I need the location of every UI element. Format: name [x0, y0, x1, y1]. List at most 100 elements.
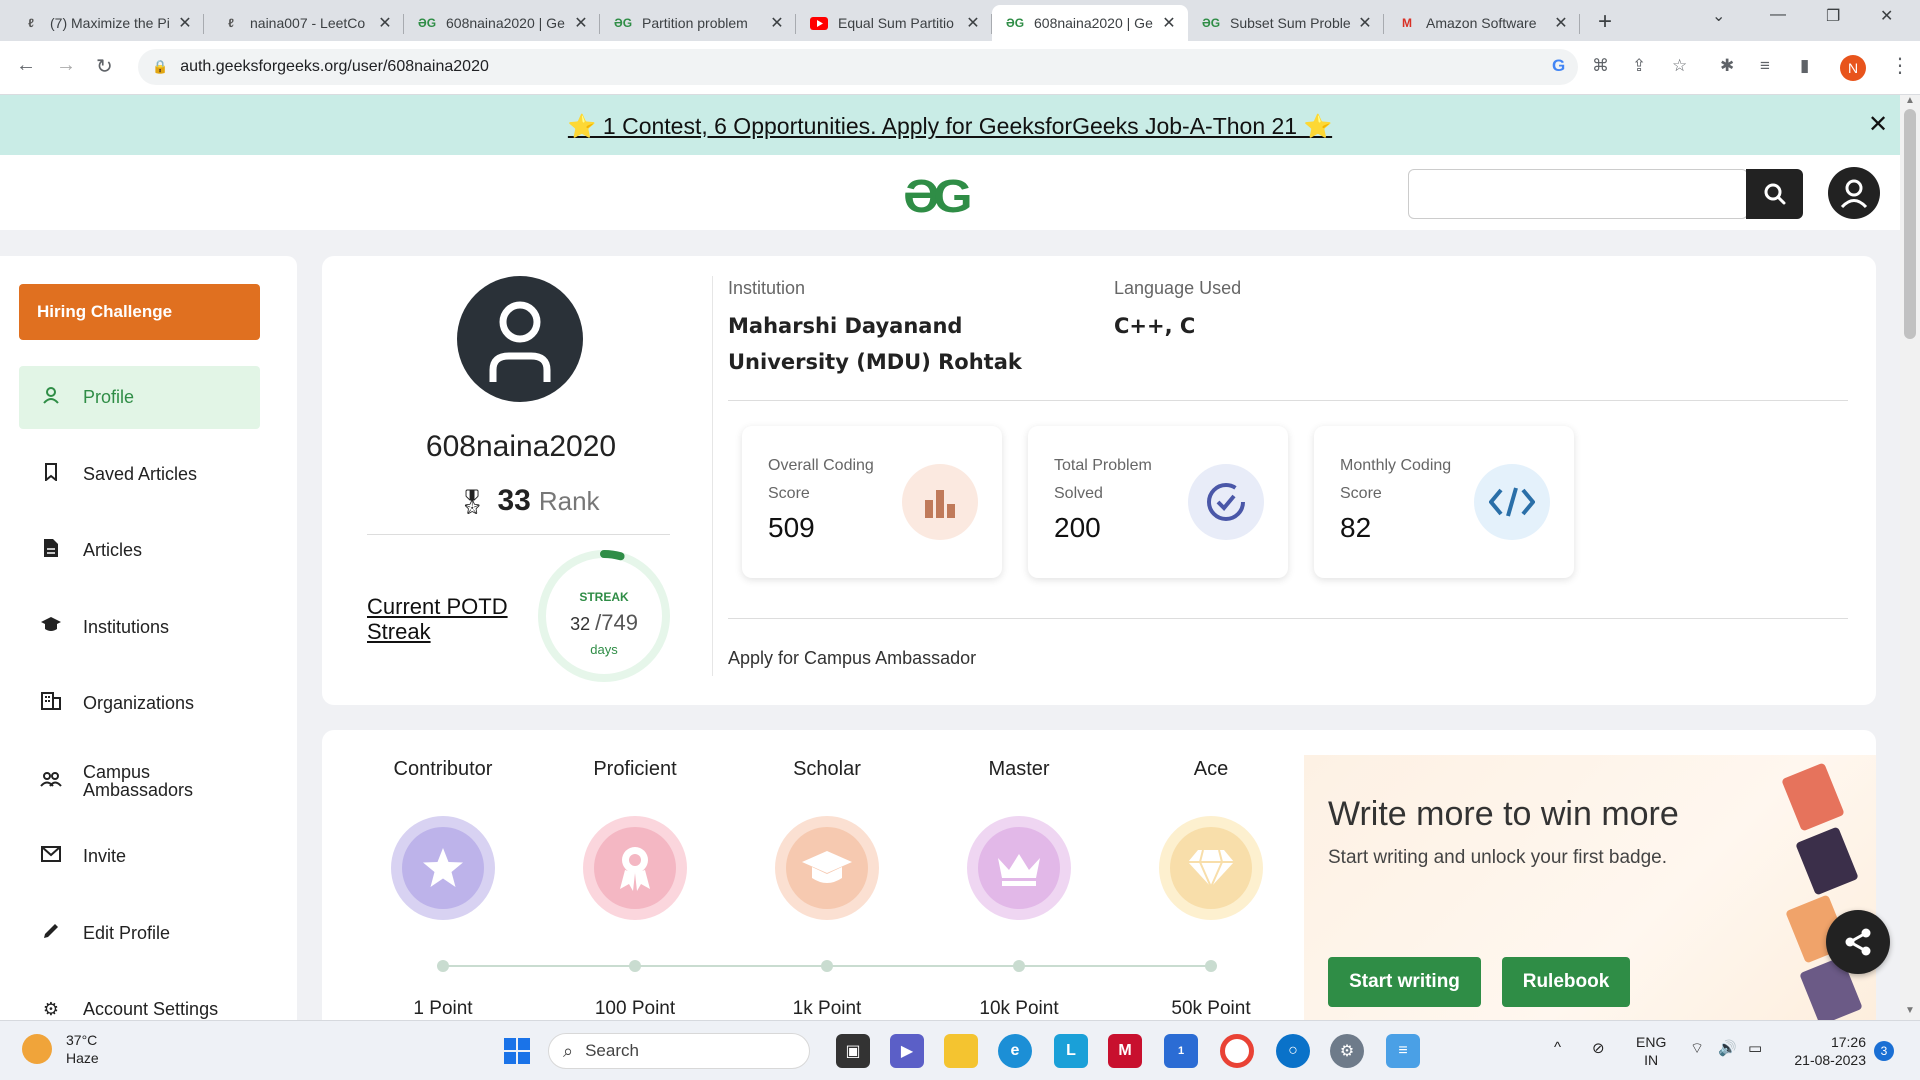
sidebar-item-label: Edit Profile [83, 923, 171, 943]
browser-tab[interactable]: ƏG Subset Sum Proble ✕ [1188, 5, 1384, 41]
close-tab-icon[interactable]: ✕ [176, 13, 194, 33]
streak-total: /749 [595, 610, 638, 635]
reading-list-icon[interactable]: ≡ [1760, 56, 1770, 76]
stat-card-problems-solved: Total Problem Solved 200 [1028, 426, 1288, 578]
sidebar-item-label: Invite [83, 846, 127, 866]
weather-widget[interactable]: 37°C Haze [22, 1031, 99, 1067]
windows-start-icon[interactable] [500, 1034, 534, 1068]
search-icon: ⌕ [563, 1040, 574, 1061]
google-icon[interactable]: G [1552, 56, 1565, 76]
sidebar-item-account-settings[interactable]: ⚙ Account Settings [19, 978, 260, 1020]
browser-tab[interactable]: ℓ (7) Maximize the Pi ✕ [8, 5, 204, 41]
sidebar-item-edit-profile[interactable]: Edit Profile [19, 902, 260, 965]
browser-tab[interactable]: ℓ naina007 - LeetCo ✕ [208, 5, 404, 41]
notepad-icon[interactable]: ≡ [1386, 1034, 1420, 1068]
rulebook-button[interactable]: Rulebook [1502, 957, 1630, 1007]
sidebar-item-label: Organizations [83, 693, 195, 713]
back-icon[interactable]: ← [16, 54, 36, 77]
close-tab-icon[interactable]: ✕ [376, 13, 394, 33]
reload-icon[interactable]: ↻ [96, 54, 113, 79]
address-bar[interactable]: 🔒 auth.geeksforgeeks.org/user/608naina20… [138, 49, 1578, 85]
browser-profile-avatar[interactable]: N [1840, 55, 1866, 81]
user-avatar[interactable] [1828, 167, 1880, 219]
profile-avatar [457, 276, 583, 402]
language-indicator[interactable]: ENG IN [1636, 1033, 1666, 1069]
volume-icon[interactable]: 🔊 [1718, 1039, 1737, 1057]
scroll-down-icon[interactable]: ▼ [1905, 1005, 1915, 1016]
potd-streak-link[interactable]: Current POTD Streak [367, 594, 527, 644]
close-window-icon[interactable]: ✕ [1880, 6, 1893, 26]
edge-icon[interactable]: e [998, 1034, 1032, 1068]
close-tab-icon[interactable]: ✕ [768, 13, 786, 33]
scroll-thumb[interactable] [1904, 109, 1916, 339]
scroll-up-icon[interactable]: ▲ [1905, 95, 1915, 106]
close-tab-icon[interactable]: ✕ [1356, 13, 1374, 33]
bookmark-star-icon[interactable]: ☆ [1672, 56, 1687, 76]
browser-tab-active[interactable]: ƏG 608naina2020 | Ge ✕ [992, 5, 1188, 41]
search-button[interactable] [1746, 169, 1803, 219]
taskbar-search[interactable]: ⌕ Search [548, 1033, 810, 1069]
sidebar-item-institutions[interactable]: Institutions [19, 596, 260, 659]
share-page-icon[interactable]: ⇪ [1632, 56, 1646, 76]
lock-icon[interactable]: 🔒 [152, 59, 168, 75]
translate-icon[interactable]: ⌘ [1592, 56, 1609, 76]
store-icon[interactable]: 1 [1164, 1034, 1198, 1068]
new-tab-icon[interactable]: + [1598, 8, 1612, 36]
sidebar-item-saved-articles[interactable]: Saved Articles [19, 443, 260, 506]
notification-badge[interactable]: 3 [1874, 1041, 1894, 1061]
banner-link[interactable]: ⭐ 1 Contest, 6 Opportunities. Apply for … [0, 113, 1900, 140]
chrome-icon[interactable] [1220, 1034, 1254, 1068]
browser-menu-icon[interactable]: ⋮ [1890, 53, 1910, 78]
write-title: Write more to win more [1328, 795, 1679, 833]
institution-label: Institution [728, 278, 806, 298]
start-writing-button[interactable]: Start writing [1328, 957, 1481, 1007]
task-view-icon[interactable]: ▣ [836, 1034, 870, 1068]
system-clock[interactable]: 17:26 21-08-2023 [1786, 1033, 1866, 1069]
extensions-icon[interactable]: ✱ [1720, 56, 1734, 76]
side-panel-icon[interactable]: ▮ [1800, 56, 1809, 76]
page-scrollbar[interactable]: ▲ ▼ [1900, 95, 1920, 1020]
sidebar-item-label: Saved Articles [83, 464, 198, 484]
sidebar-item-organizations[interactable]: Organizations [19, 672, 260, 735]
teams-icon[interactable]: ▶ [890, 1034, 924, 1068]
hiring-challenge-button[interactable]: Hiring Challenge [19, 284, 260, 340]
settings-icon[interactable]: ⚙ [1330, 1034, 1364, 1068]
cortana-icon[interactable]: ○ [1276, 1034, 1310, 1068]
gfg-logo[interactable]: ƏG [903, 169, 973, 223]
restore-icon[interactable]: ❐ [1826, 6, 1840, 26]
sun-haze-icon [22, 1034, 52, 1064]
url-text[interactable]: auth.geeksforgeeks.org/user/608naina2020 [180, 58, 489, 76]
close-tab-icon[interactable]: ✕ [572, 13, 590, 33]
close-tab-icon[interactable]: ✕ [1160, 13, 1178, 33]
close-tab-icon[interactable]: ✕ [1552, 13, 1570, 33]
browser-tab[interactable]: ƏG 608naina2020 | Ge ✕ [404, 5, 600, 41]
divider [728, 618, 1848, 619]
l-app-icon[interactable]: L [1054, 1034, 1088, 1068]
mcafee-icon[interactable]: M [1108, 1034, 1142, 1068]
share-button[interactable] [1826, 910, 1890, 974]
sidebar-item-profile[interactable]: Profile [19, 366, 260, 429]
sidebar-item-invite[interactable]: Invite [19, 825, 260, 888]
minimize-icon[interactable]: — [1770, 6, 1786, 24]
badge-points: 10k Point [979, 998, 1059, 1019]
wifi-icon[interactable]: ⌔ [1690, 1039, 1704, 1058]
illustration-book [1781, 762, 1845, 832]
sidebar-item-campus-ambassadors[interactable]: Campus Ambassadors [19, 749, 260, 812]
browser-tab[interactable]: M Amazon Software ✕ [1384, 5, 1580, 41]
file-explorer-icon[interactable] [944, 1034, 978, 1068]
sidebar-item-articles[interactable]: Articles [19, 519, 260, 582]
campus-ambassador-link[interactable]: Apply for Campus Ambassador [728, 648, 976, 669]
search-input[interactable] [1408, 169, 1748, 219]
close-banner-icon[interactable]: ✕ [1868, 110, 1888, 139]
tab-search-chevron-icon[interactable]: ⌄ [1712, 6, 1725, 26]
browser-tab[interactable]: Equal Sum Partitio ✕ [796, 5, 992, 41]
show-hidden-icons-icon[interactable]: ^ [1554, 1039, 1561, 1056]
battery-icon[interactable]: ▭ [1748, 1039, 1762, 1057]
ribbon-icon [583, 816, 687, 920]
sidebar-item-label: Campus Ambassadors [83, 761, 194, 800]
browser-tab[interactable]: ƏG Partition problem ✕ [600, 5, 796, 41]
network-warning-icon[interactable]: ⊘ [1592, 1039, 1605, 1057]
profile-username: 608naina2020 [425, 430, 617, 463]
forward-icon[interactable]: → [56, 54, 76, 77]
close-tab-icon[interactable]: ✕ [964, 13, 982, 33]
